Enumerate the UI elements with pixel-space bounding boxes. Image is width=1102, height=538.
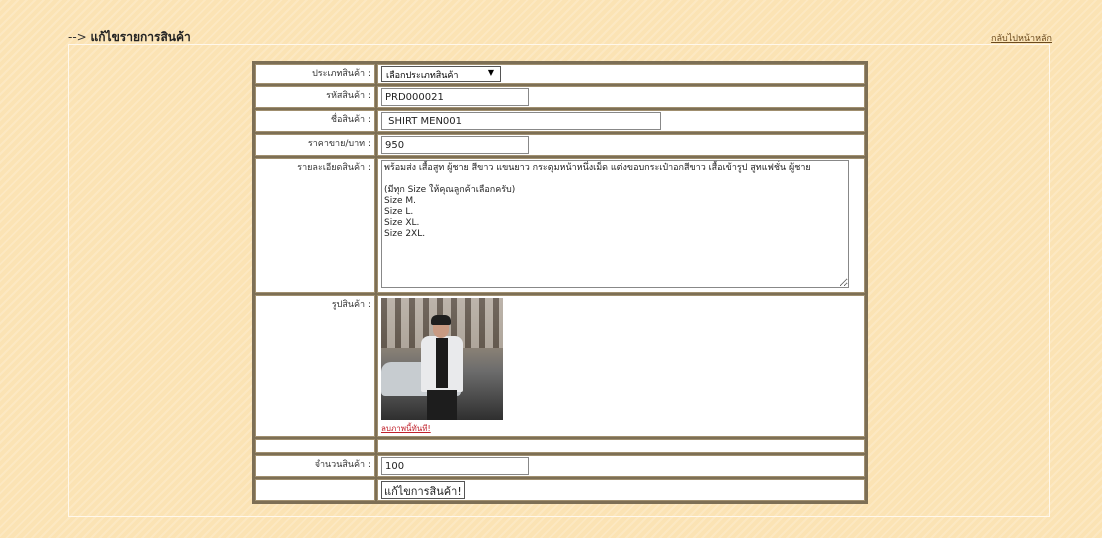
category-label: ประเภทสินค้า : xyxy=(255,64,375,84)
quantity-label: จำนวนสินค้า : xyxy=(255,455,375,477)
delete-image-link[interactable]: ลบภาพนี้ทันที! xyxy=(381,422,861,435)
description-label: รายละเอียดสินค้า : xyxy=(255,158,375,293)
category-select-value: เลือกประเภทสินค้า xyxy=(386,71,459,81)
code-input[interactable] xyxy=(381,88,529,106)
row-category: ประเภทสินค้า : เลือกประเภทสินค้า ▼ xyxy=(255,64,865,84)
chevron-down-icon: ▼ xyxy=(487,68,494,77)
title-arrow: --> xyxy=(68,30,87,44)
price-label: ราคาขาย/บาท : xyxy=(255,134,375,156)
row-submit: แก้ไขการสินค้า! xyxy=(255,479,865,501)
submit-button[interactable]: แก้ไขการสินค้า! xyxy=(381,481,465,499)
row-image: รูปสินค้า : ลบภาพนี้ทันที! xyxy=(255,295,865,437)
row-name: ชื่อสินค้า : xyxy=(255,110,865,132)
quantity-input[interactable] xyxy=(381,457,529,475)
description-textarea[interactable]: พร้อมส่ง เสื้อสูท ผู้ชาย สีขาว แขนยาว กร… xyxy=(381,160,849,288)
row-description: รายละเอียดสินค้า : พร้อมส่ง เสื้อสูท ผู้… xyxy=(255,158,865,293)
code-label: รหัสสินค้า : xyxy=(255,86,375,108)
product-image xyxy=(381,298,503,420)
price-input[interactable] xyxy=(381,136,529,154)
product-edit-form: ประเภทสินค้า : เลือกประเภทสินค้า ▼ รหัสส… xyxy=(252,61,868,504)
name-label: ชื่อสินค้า : xyxy=(255,110,375,132)
name-input[interactable] xyxy=(381,112,661,130)
row-price: ราคาขาย/บาท : xyxy=(255,134,865,156)
image-label: รูปสินค้า : xyxy=(255,295,375,437)
row-quantity: จำนวนสินค้า : xyxy=(255,455,865,477)
row-code: รหัสสินค้า : xyxy=(255,86,865,108)
title-text: แก้ไขรายการสินค้า xyxy=(90,30,191,44)
category-select[interactable]: เลือกประเภทสินค้า ▼ xyxy=(381,66,501,82)
row-empty xyxy=(255,439,865,453)
back-home-link[interactable]: กลับไปหน้าหลัก xyxy=(991,31,1052,45)
